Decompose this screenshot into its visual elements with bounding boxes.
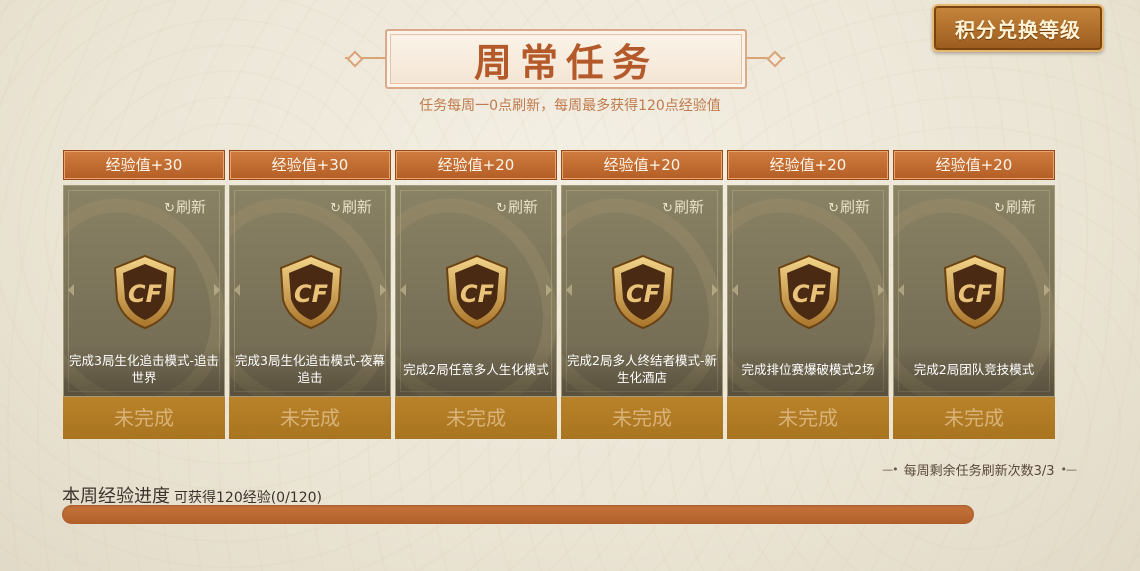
task-status: 未完成 [727,397,889,439]
arrow-left-icon [234,284,240,296]
arrow-left-icon [68,284,74,296]
reward-label: 经验值+20 [727,150,889,180]
task-status: 未完成 [63,397,225,439]
cf-shield-badge-icon: CF [445,254,509,330]
refresh-icon: ↻ [164,201,175,216]
task-card-body: ↻刷新 CF 完成2局多人终结者模式-新生化酒店 [561,185,723,397]
reward-label: 经验值+20 [893,150,1055,180]
task-status: 未完成 [561,397,723,439]
refresh-label: 刷新 [341,198,372,216]
task-card: 经验值+20 ↻刷新 CF 完成排位赛爆破模式2场 未完成 [727,150,889,439]
diamond-icon [346,50,364,68]
refresh-button[interactable]: ↻刷新 [164,196,206,217]
svg-text:CF: CF [792,280,827,308]
task-status: 未完成 [893,397,1055,439]
reward-label: 经验值+20 [395,150,557,180]
svg-text:CF: CF [626,280,661,308]
task-status: 未完成 [229,397,391,439]
refresh-icon: ↻ [496,201,507,216]
refresh-label: 刷新 [1005,198,1036,216]
cf-shield-badge-icon: CF [943,254,1007,330]
cf-shield-badge-icon: CF [611,254,675,330]
arrow-left-icon [898,284,904,296]
refresh-label: 刷新 [839,198,870,216]
refresh-button[interactable]: ↻刷新 [828,196,870,217]
task-card: 经验值+30 ↻刷新 CF 完成3局生化追击模式-夜幕追击 未完成 [229,150,391,439]
task-card-body: ↻刷新 CF 完成3局生化追击模式-追击世界 [63,185,225,397]
arrow-right-icon [214,284,220,296]
task-card-list: 经验值+30 ↻刷新 CF 完成3局生化追击模式-追击世界 未完成 经验值+30… [63,150,1055,439]
task-description: 完成3局生化追击模式-追击世界 [64,346,224,396]
refresh-button[interactable]: ↻刷新 [330,196,372,217]
task-card-body: ↻刷新 CF 完成排位赛爆破模式2场 [727,185,889,397]
points-exchange-level-label: 积分兑换等级 [955,17,1081,42]
page-subtitle: 任务每周一0点刷新，每周最多获得120点经验值 [419,98,721,114]
arrow-right-icon [546,284,552,296]
svg-text:CF: CF [460,280,495,308]
reward-label: 经验值+30 [229,150,391,180]
deco-left-icon: —• [882,463,898,476]
reward-label: 经验值+30 [63,150,225,180]
svg-text:CF: CF [958,280,993,308]
refresh-icon: ↻ [662,201,673,216]
title-box: 周常任务 [385,29,747,89]
cf-shield-badge-icon: CF [113,254,177,330]
cf-shield-badge-icon: CF [279,254,343,330]
arrow-right-icon [712,284,718,296]
task-description: 完成2局团队竞技模式 [894,346,1054,396]
refresh-icon: ↻ [994,201,1005,216]
progress-title: 本周经验进度 [62,486,170,507]
task-status: 未完成 [395,397,557,439]
task-card-body: ↻刷新 CF 完成3局生化追击模式-夜幕追击 [229,185,391,397]
refresh-icon: ↻ [828,201,839,216]
refresh-label: 刷新 [507,198,538,216]
refresh-button[interactable]: ↻刷新 [662,196,704,217]
task-description: 完成排位赛爆破模式2场 [728,346,888,396]
arrow-left-icon [400,284,406,296]
svg-text:CF: CF [294,280,329,308]
svg-text:CF: CF [128,280,163,308]
refresh-icon: ↻ [330,201,341,216]
task-card-body: ↻刷新 CF 完成2局任意多人生化模式 [395,185,557,397]
task-card: 经验值+30 ↻刷新 CF 完成3局生化追击模式-追击世界 未完成 [63,150,225,439]
refresh-count-text: 每周剩余任务刷新次数3/3 [903,464,1055,479]
task-description: 完成3局生化追击模式-夜幕追击 [230,346,390,396]
refresh-count-info: —• 每周剩余任务刷新次数3/3 •— [882,460,1077,479]
arrow-left-icon [566,284,572,296]
deco-right-icon: •— [1060,463,1077,476]
progress-detail: 可获得120经验(0/120) [174,490,322,506]
arrow-right-icon [1044,284,1050,296]
arrow-right-icon [380,284,386,296]
task-card: 经验值+20 ↻刷新 CF 完成2局任意多人生化模式 未完成 [395,150,557,439]
task-description: 完成2局任意多人生化模式 [396,346,556,396]
arrow-right-icon [878,284,884,296]
weekly-progress-bar [62,505,974,524]
task-card-body: ↻刷新 CF 完成2局团队竞技模式 [893,185,1055,397]
refresh-label: 刷新 [673,198,704,216]
refresh-button[interactable]: ↻刷新 [994,196,1036,217]
refresh-button[interactable]: ↻刷新 [496,196,538,217]
refresh-label: 刷新 [175,198,206,216]
task-card: 经验值+20 ↻刷新 CF 完成2局多人终结者模式-新生化酒店 未完成 [561,150,723,439]
diamond-icon [766,50,784,68]
reward-label: 经验值+20 [561,150,723,180]
points-exchange-level-button[interactable]: 积分兑换等级 [932,4,1104,52]
arrow-left-icon [732,284,738,296]
title-banner: 周常任务 [345,26,785,89]
page-title: 周常任务 [473,39,658,85]
task-card: 经验值+20 ↻刷新 CF 完成2局团队竞技模式 未完成 [893,150,1055,439]
task-description: 完成2局多人终结者模式-新生化酒店 [562,346,722,396]
cf-shield-badge-icon: CF [777,254,841,330]
